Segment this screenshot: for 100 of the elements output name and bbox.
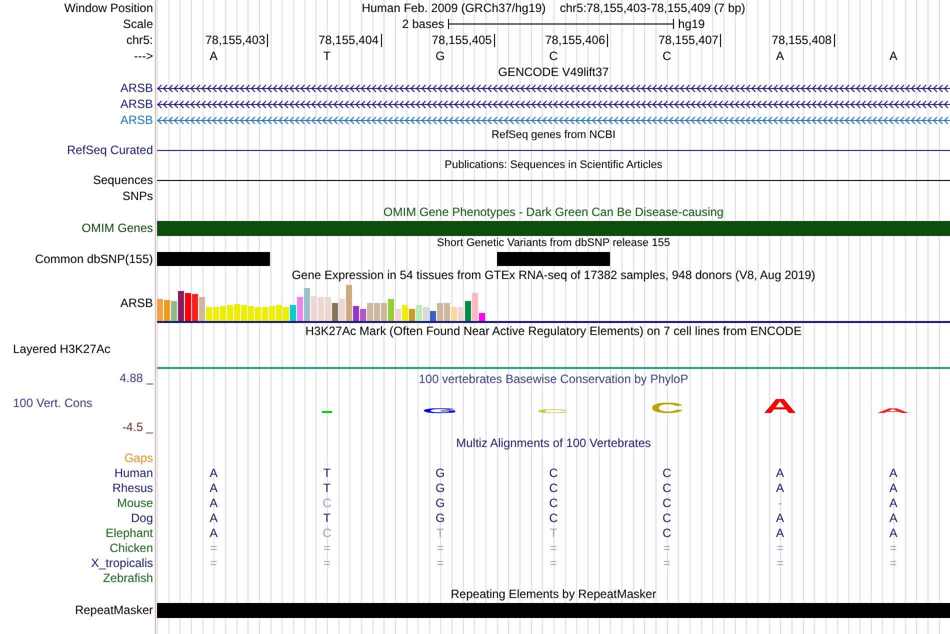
ruler-tick bbox=[834, 34, 835, 47]
track-label[interactable]: Common dbSNP(155) bbox=[34, 252, 153, 266]
logo-letter: A bbox=[762, 398, 798, 413]
aligned-base: G bbox=[436, 511, 445, 525]
ruler-tick bbox=[267, 34, 268, 47]
row-label: Window Position bbox=[64, 1, 153, 15]
species-label: X_tropicalis bbox=[90, 556, 153, 570]
dna-base: C bbox=[662, 49, 672, 63]
axis-max-label: 4.88 _ bbox=[120, 371, 153, 385]
ruler-coordinate: 78,155,404 bbox=[318, 32, 379, 48]
species-label: Dog bbox=[130, 511, 153, 525]
track-label[interactable]: ARSB bbox=[120, 97, 153, 111]
aligned-base: = bbox=[663, 541, 670, 555]
aligned-base: C bbox=[549, 481, 558, 495]
track-title: 100 vertebrates Basewise Conservation by PhyloP bbox=[418, 372, 688, 386]
aligned-base: = bbox=[210, 541, 218, 555]
species-label: Mouse bbox=[116, 496, 153, 510]
aligned-base: T bbox=[550, 526, 558, 540]
aligned-base: A bbox=[889, 526, 898, 540]
dna-base: C bbox=[549, 49, 558, 63]
aligned-base: C bbox=[322, 526, 332, 540]
aligned-base: T bbox=[436, 526, 444, 540]
row-label: chr5: bbox=[126, 33, 153, 47]
aligned-base: A bbox=[210, 511, 218, 525]
row-label: ---> bbox=[134, 49, 153, 63]
species-label: Chicken bbox=[110, 541, 153, 555]
aligned-base: A bbox=[889, 481, 898, 495]
track-label[interactable]: 100 Vert. Cons bbox=[0, 396, 92, 410]
aligned-base: = bbox=[776, 541, 784, 555]
aligned-base: A bbox=[889, 466, 898, 480]
dna-base: G bbox=[436, 49, 445, 63]
track-label[interactable]: ARSB bbox=[120, 81, 153, 95]
aligned-base: A bbox=[776, 466, 784, 480]
track-label[interactable]: RepeatMasker bbox=[74, 603, 153, 617]
track-label[interactable]: OMIM Genes bbox=[82, 221, 153, 235]
track-title: Multiz Alignments of 100 Vertebrates bbox=[456, 435, 651, 451]
ruler-tick bbox=[720, 34, 722, 47]
aligned-base: T bbox=[323, 466, 331, 480]
track-title: OMIM Gene Phenotypes - Dark Green Can Be Disease-causing bbox=[383, 204, 724, 220]
aligned-base: = bbox=[210, 556, 218, 570]
track-title: RefSeq genes from NCBI bbox=[491, 128, 616, 143]
aligned-base: = bbox=[436, 541, 444, 555]
track-label[interactable]: Sequences bbox=[92, 173, 153, 187]
track-label[interactable]: ARSB bbox=[120, 113, 153, 127]
track-title: Short Genetic Variants from dbSNP release 155 bbox=[436, 236, 670, 251]
track-title: GENCODE V49lift37 bbox=[498, 64, 609, 80]
ruler-coordinate: 78,155,408 bbox=[772, 32, 832, 48]
aligned-base: C bbox=[549, 466, 558, 480]
aligned-base: = bbox=[663, 556, 670, 570]
aligned-base: A bbox=[210, 466, 218, 480]
aligned-base: C bbox=[549, 511, 558, 525]
dna-base: A bbox=[210, 49, 218, 63]
logo-letter: C bbox=[648, 402, 685, 413]
aligned-base: = bbox=[776, 556, 784, 570]
aligned-base: C bbox=[322, 496, 332, 510]
row-label: Scale bbox=[122, 17, 153, 31]
aligned-base: = bbox=[436, 556, 444, 570]
aligned-base: C bbox=[662, 526, 672, 540]
aligned-base: C bbox=[662, 511, 672, 525]
aligned-base: G bbox=[436, 481, 445, 495]
aligned-base: A bbox=[210, 526, 218, 540]
track-label[interactable]: Layered H3K27Ac bbox=[13, 342, 110, 356]
aligned-base: - bbox=[778, 496, 782, 510]
axis-min-label: -4.5 _ bbox=[122, 420, 153, 434]
ruler-coordinate: 78,155,405 bbox=[432, 32, 492, 48]
aligned-base: C bbox=[662, 496, 672, 510]
aligned-base: A bbox=[776, 511, 784, 525]
ruler-tick bbox=[607, 34, 608, 47]
position-text: chr5:78,155,403-78,155,409 (7 bp) bbox=[560, 0, 746, 16]
species-label: Human bbox=[114, 466, 153, 480]
aligned-base: = bbox=[323, 556, 330, 570]
track-title: H3K27Ac Mark (Often Found Near Active Regulatory Elements) on 7 cell lines from ENCODE bbox=[305, 323, 802, 339]
aligned-base: C bbox=[662, 481, 672, 495]
species-label: Elephant bbox=[106, 526, 153, 540]
aligned-base: = bbox=[890, 556, 897, 570]
aligned-base: A bbox=[889, 496, 898, 510]
ruler-tick bbox=[380, 34, 382, 47]
track-label[interactable]: SNPs bbox=[122, 189, 153, 203]
aligned-base: G bbox=[436, 496, 445, 510]
aligned-base: C bbox=[662, 466, 672, 480]
aligned-base: T bbox=[323, 481, 331, 495]
ruler-coordinate: 78,155,407 bbox=[658, 32, 718, 48]
track-title: Publications: Sequences in Scientific Articles bbox=[444, 158, 662, 173]
dna-base: T bbox=[323, 49, 331, 63]
aligned-base: = bbox=[550, 556, 557, 570]
species-label: Zebrafish bbox=[102, 571, 153, 585]
track-title: Repeating Elements by RepeatMasker bbox=[450, 586, 656, 602]
ruler-tick bbox=[494, 34, 495, 47]
track-label[interactable]: ARSB bbox=[120, 296, 153, 310]
aligned-base: A bbox=[776, 481, 784, 495]
assembly-text: Human Feb. 2009 (GRCh37/hg19) bbox=[362, 0, 546, 16]
track-label[interactable]: RefSeq Curated bbox=[66, 143, 153, 157]
aligned-base: = bbox=[323, 541, 330, 555]
aligned-base: G bbox=[436, 466, 445, 480]
track-title: Gene Expression in 54 tissues from GTEx RNA-seq of 17382 samples, 948 donors (V8, Aug 2019) bbox=[292, 267, 816, 283]
aligned-base: T bbox=[323, 511, 331, 525]
aligned-base: A bbox=[889, 511, 898, 525]
aligned-base: A bbox=[776, 526, 784, 540]
scale-text: 2 bases bbox=[402, 16, 444, 32]
assembly-name: hg19 bbox=[678, 16, 705, 32]
